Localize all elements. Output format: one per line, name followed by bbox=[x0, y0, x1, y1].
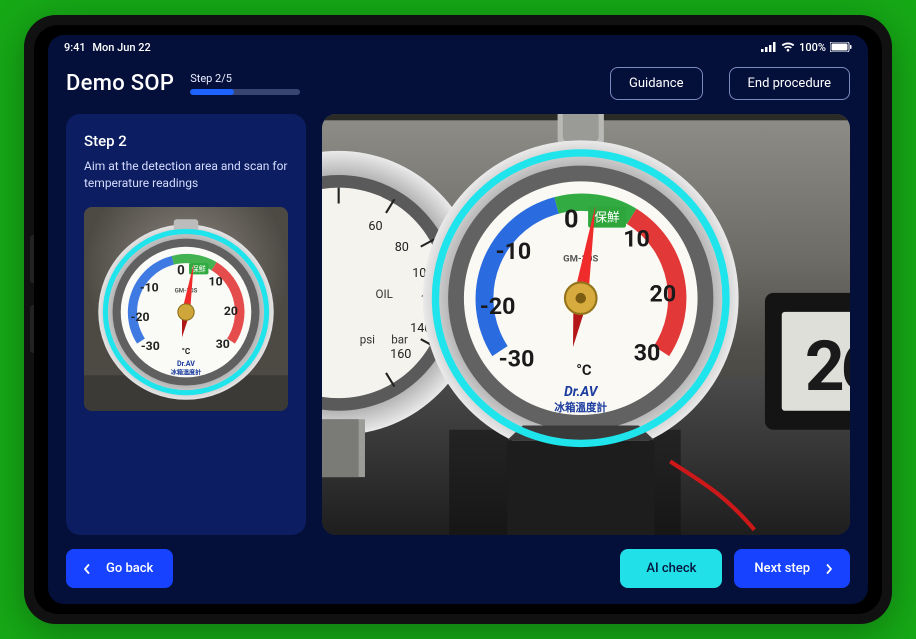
svg-text:0: 0 bbox=[177, 263, 185, 278]
status-left: 9:41 Mon Jun 22 bbox=[64, 41, 155, 54]
svg-text:30: 30 bbox=[634, 339, 661, 366]
tablet-device: 9:41 Mon Jun 22 100% Demo SOP Step 2/5 bbox=[24, 15, 892, 624]
reference-thumbnail: -30 -20 -10 0 10 20 30 °C GM-30S Dr.AV 冰 bbox=[84, 207, 288, 411]
digital-thermometer: 26 bbox=[765, 293, 850, 430]
svg-text:°C: °C bbox=[182, 346, 191, 356]
chevron-right-icon bbox=[824, 564, 834, 574]
status-date: Mon Jun 22 bbox=[92, 41, 150, 54]
svg-text:20: 20 bbox=[650, 280, 677, 307]
page-title: Demo SOP bbox=[66, 71, 174, 96]
svg-text:-30: -30 bbox=[141, 339, 160, 353]
battery-icon bbox=[830, 42, 852, 52]
end-procedure-button[interactable]: End procedure bbox=[729, 67, 851, 100]
svg-text:GM-30S: GM-30S bbox=[175, 287, 198, 294]
svg-text:bar: bar bbox=[391, 332, 408, 346]
main-content: Step 2 Aim at the detection area and sca… bbox=[48, 114, 868, 535]
progress-fill bbox=[190, 89, 234, 95]
svg-text:冰箱溫度計: 冰箱溫度計 bbox=[554, 401, 607, 414]
tablet-bezel: 9:41 Mon Jun 22 100% Demo SOP Step 2/5 bbox=[34, 25, 882, 614]
svg-text:°C: °C bbox=[576, 361, 592, 379]
progress-indicator: Step 2/5 bbox=[190, 72, 300, 95]
status-time: 9:41 bbox=[64, 41, 86, 54]
status-bar: 9:41 Mon Jun 22 100% bbox=[48, 35, 868, 59]
svg-text:保鮮: 保鮮 bbox=[192, 264, 206, 273]
reference-gauge-illustration: -30 -20 -10 0 10 20 30 °C GM-30S Dr.AV 冰 bbox=[84, 207, 288, 411]
svg-text:20: 20 bbox=[224, 304, 238, 318]
next-step-button[interactable]: Next step bbox=[734, 549, 850, 588]
footer-row: Go back AI check Next step bbox=[48, 535, 868, 604]
header-row: Demo SOP Step 2/5 Guidance End procedure bbox=[48, 59, 868, 114]
svg-text:-20: -20 bbox=[480, 293, 516, 320]
go-back-label: Go back bbox=[106, 561, 153, 576]
svg-text:10: 10 bbox=[623, 226, 650, 253]
svg-text:30: 30 bbox=[216, 337, 230, 351]
step-counter-label: Step 2/5 bbox=[190, 72, 300, 85]
svg-text:-20: -20 bbox=[131, 310, 150, 324]
svg-text:-10: -10 bbox=[140, 280, 159, 294]
svg-text:Dr.AV: Dr.AV bbox=[177, 359, 195, 368]
status-right: 100% bbox=[761, 41, 852, 54]
svg-text:-30: -30 bbox=[499, 346, 535, 373]
step-heading: Step 2 bbox=[84, 132, 288, 150]
cell-signal-icon bbox=[761, 42, 777, 52]
go-back-button[interactable]: Go back bbox=[66, 549, 173, 588]
svg-text:GM-30S: GM-30S bbox=[563, 253, 598, 264]
step-instruction-text: Aim at the detection area and scan for t… bbox=[84, 158, 288, 193]
chevron-left-icon bbox=[82, 564, 92, 574]
svg-text:80: 80 bbox=[395, 240, 409, 255]
app-screen: 9:41 Mon Jun 22 100% Demo SOP Step 2/5 bbox=[48, 35, 868, 604]
svg-text:160: 160 bbox=[390, 347, 411, 362]
live-camera-scene: 100120 140160 8060 OIL psi bar bbox=[322, 114, 850, 535]
svg-text:保鮮: 保鮮 bbox=[594, 210, 620, 225]
progress-bar bbox=[190, 89, 300, 95]
svg-text:10: 10 bbox=[209, 274, 223, 288]
guidance-button[interactable]: Guidance bbox=[610, 67, 702, 100]
step-instruction-card: Step 2 Aim at the detection area and sca… bbox=[66, 114, 306, 535]
ai-check-label: AI check bbox=[646, 561, 696, 576]
svg-text:26: 26 bbox=[805, 326, 850, 407]
svg-text:OIL: OIL bbox=[376, 287, 393, 301]
svg-text:60: 60 bbox=[368, 219, 382, 234]
camera-viewport[interactable]: 100120 140160 8060 OIL psi bar bbox=[322, 114, 850, 535]
next-step-label: Next step bbox=[754, 561, 810, 576]
svg-text:psi: psi bbox=[360, 332, 375, 346]
wifi-icon bbox=[781, 42, 795, 52]
svg-text:Dr.AV: Dr.AV bbox=[564, 384, 599, 400]
svg-text:0: 0 bbox=[564, 206, 579, 235]
svg-text:冰箱溫度計: 冰箱溫度計 bbox=[171, 368, 202, 376]
battery-pct: 100% bbox=[799, 41, 826, 54]
svg-text:-10: -10 bbox=[496, 238, 532, 265]
ai-check-button[interactable]: AI check bbox=[620, 549, 722, 588]
